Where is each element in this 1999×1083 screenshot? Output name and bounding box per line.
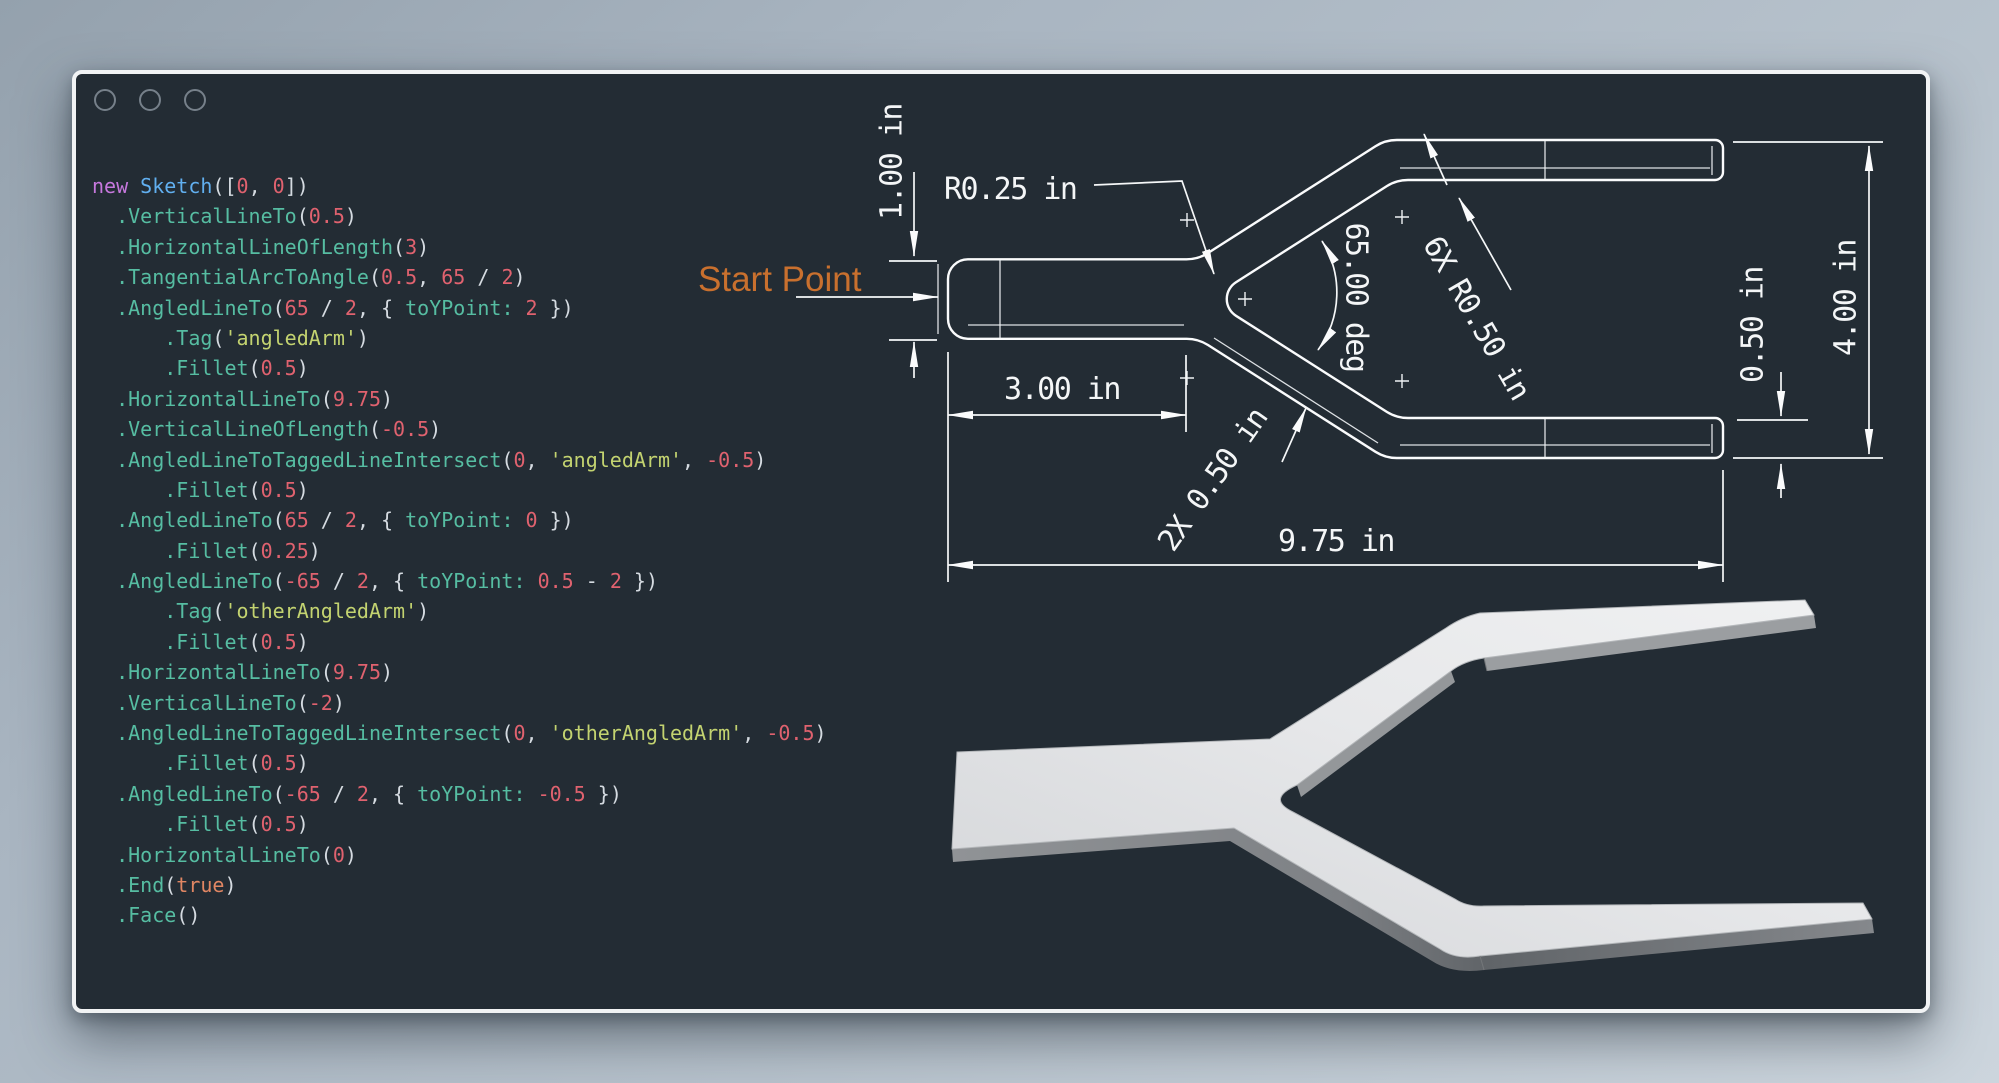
app-window: new Sketch([0, 0]).VerticalLineTo(0.5).H… bbox=[72, 70, 1930, 1013]
start-point-label: Start Point bbox=[698, 260, 862, 299]
dim-overall-length: 9.75 in bbox=[1278, 524, 1394, 559]
dimension-labels: 1.00 in R0.25 in 3.00 in 65.00 deg 6X R0… bbox=[698, 104, 1864, 559]
center-mark-icon bbox=[1180, 210, 1409, 388]
dim-overall-height: 4.00 in bbox=[1829, 240, 1864, 356]
dim-arm-width: 0.50 in bbox=[1736, 267, 1771, 383]
dim-arm-thickness: 2X 0.50 in bbox=[1151, 402, 1275, 558]
part-3d-top-face bbox=[952, 600, 1872, 957]
dim-stem-height: 1.00 in bbox=[875, 104, 910, 220]
part-render-3d bbox=[952, 600, 1874, 971]
dim-crotch-radius: R0.25 in bbox=[944, 172, 1077, 207]
cad-panel: 1.00 in R0.25 in 3.00 in 65.00 deg 6X R0… bbox=[76, 74, 1926, 1009]
dim-stem-length: 3.00 in bbox=[1004, 372, 1120, 407]
dim-elbow-radius: 6X R0.50 in bbox=[1415, 230, 1536, 405]
dim-branch-angle: 65.00 deg bbox=[1339, 222, 1374, 371]
